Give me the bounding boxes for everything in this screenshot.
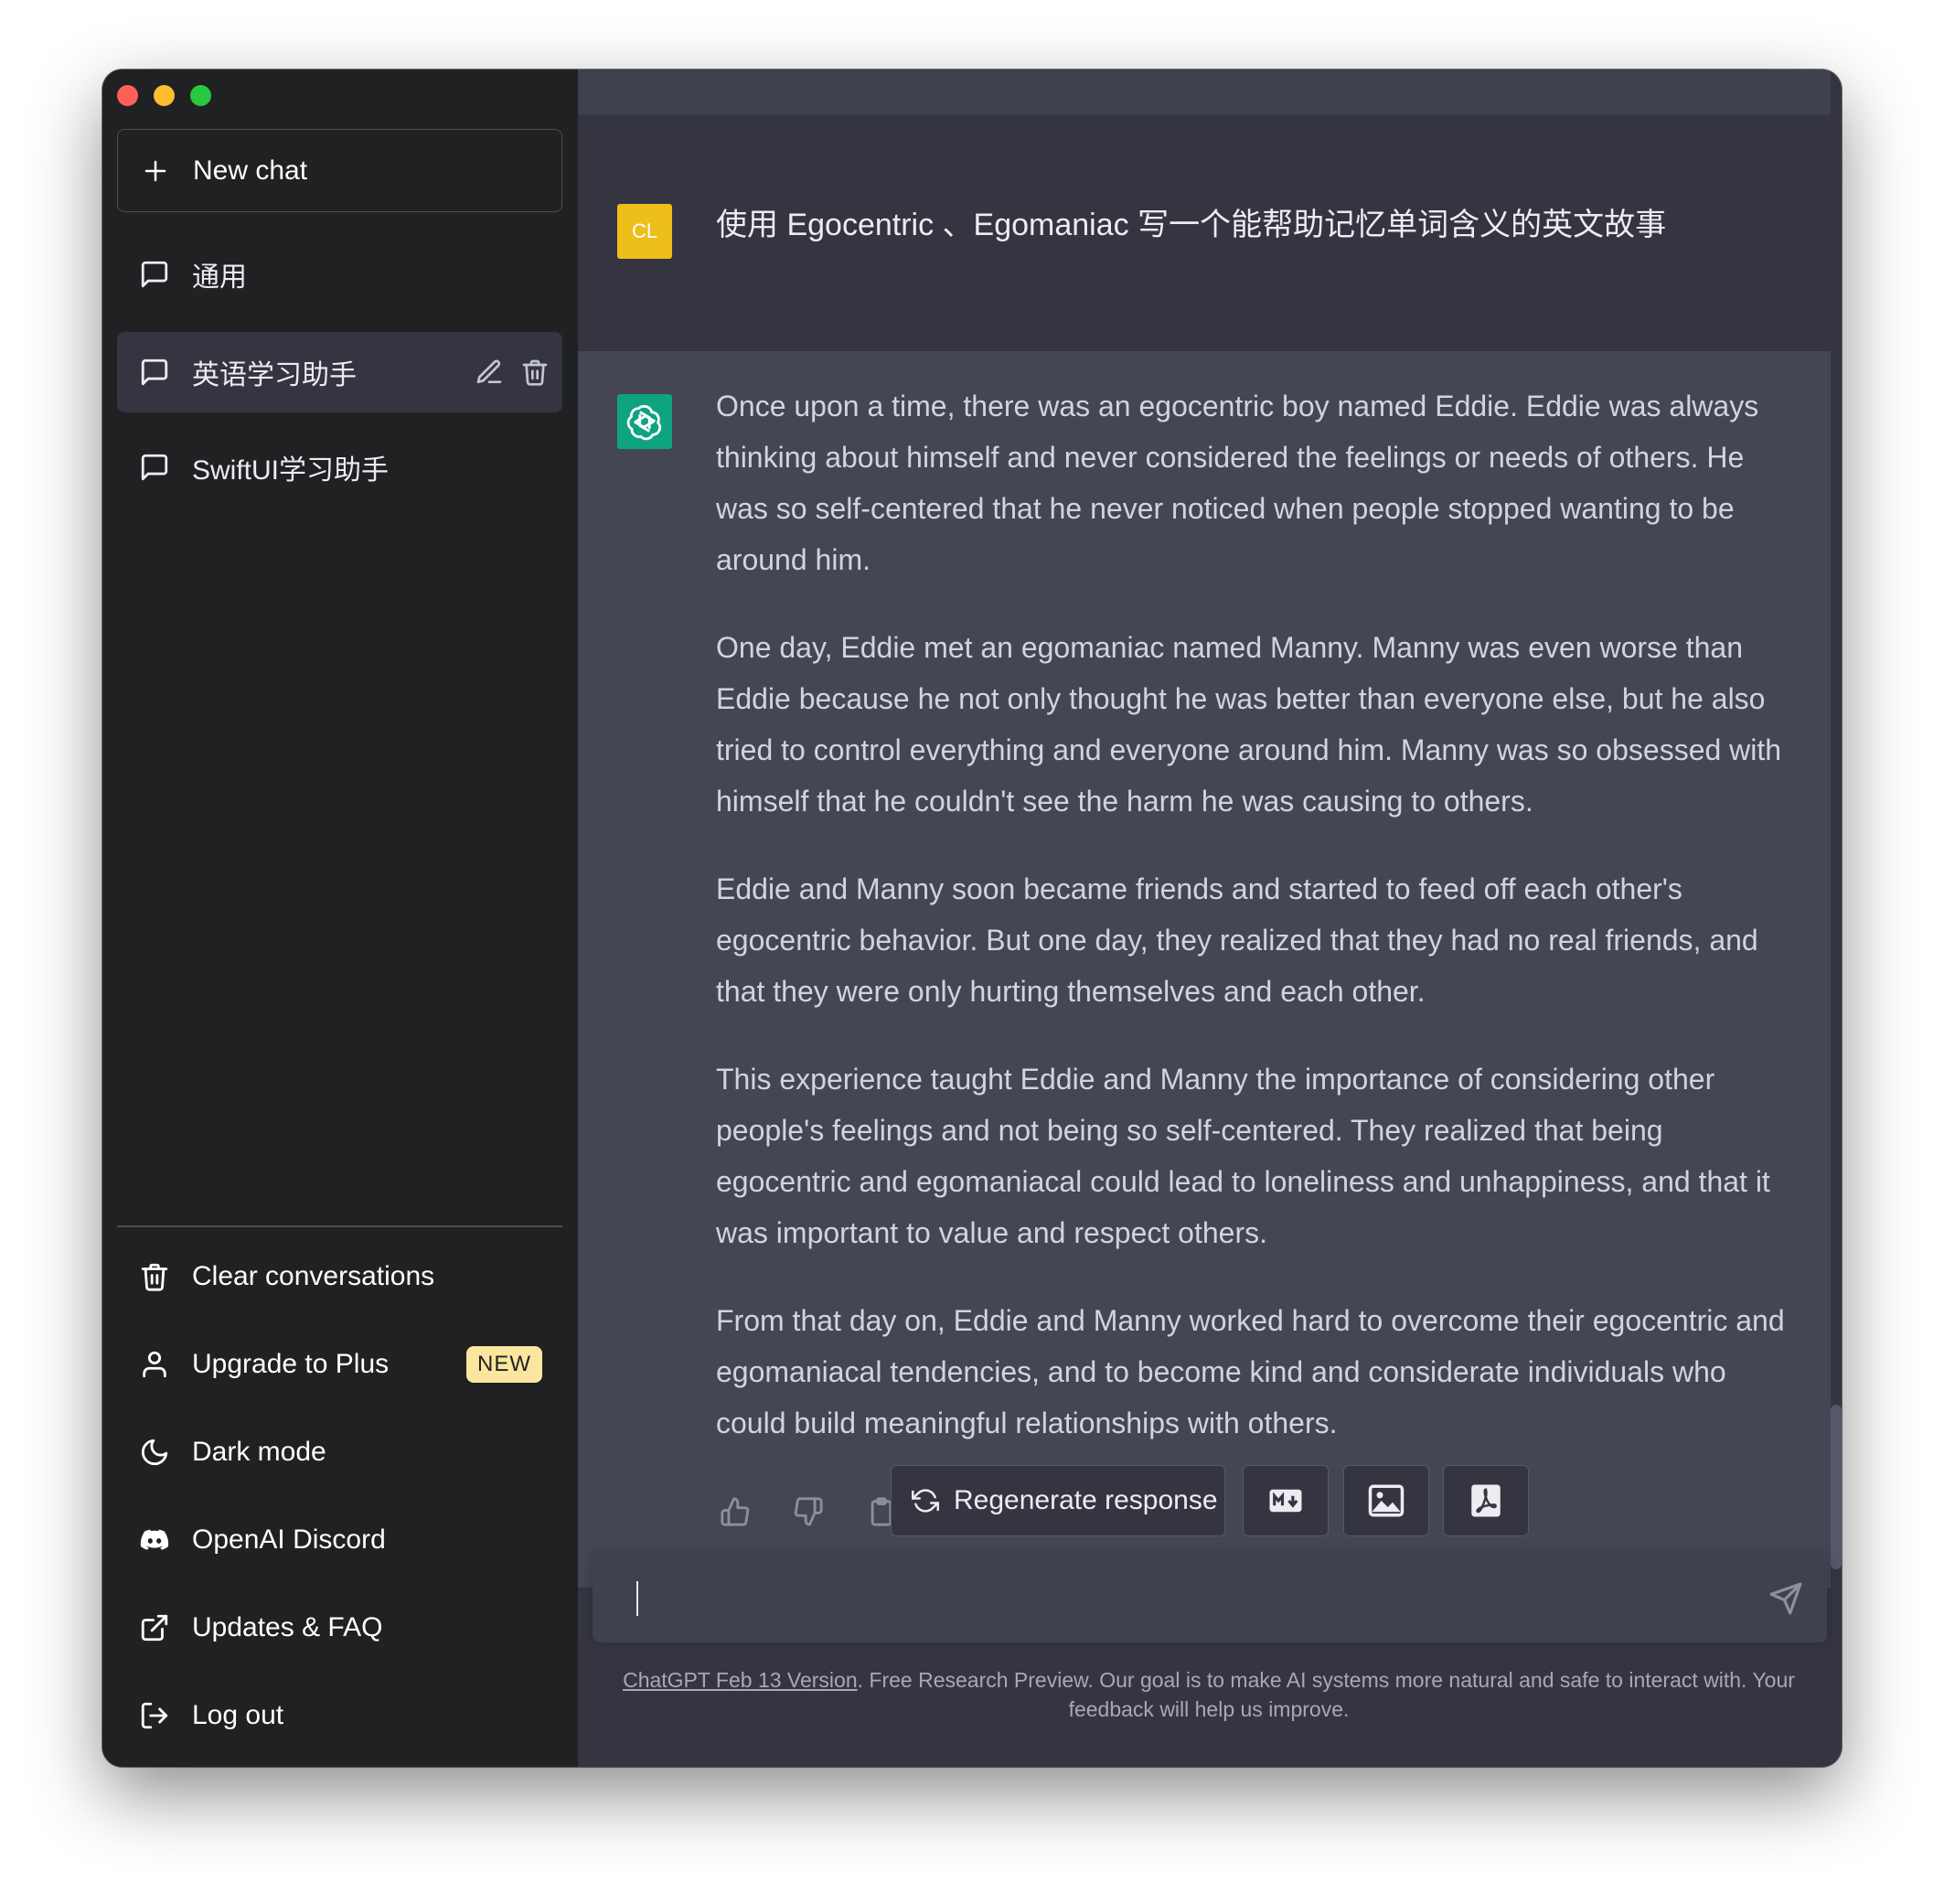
image-icon bbox=[1368, 1484, 1405, 1517]
thumbs-up-icon bbox=[721, 1497, 750, 1526]
assistant-paragraph: One day, Eddie met an egomaniac named Ma… bbox=[716, 631, 1782, 818]
assistant-paragraph: From that day on, Eddie and Manny worked… bbox=[716, 1304, 1785, 1439]
new-chat-label: New chat bbox=[193, 155, 308, 186]
new-chat-button[interactable]: New chat bbox=[117, 129, 562, 212]
user-message-row: CL 使用 Egocentric 、Egomaniac 写一个能帮助记忆单词含义… bbox=[578, 114, 1831, 352]
sidebar: New chat 通用 英语学习助手 SwiftUI学习助手 Clear con… bbox=[102, 70, 578, 1767]
log-out-button[interactable]: Log out bbox=[117, 1679, 562, 1752]
menu-label: Updates & FAQ bbox=[192, 1612, 383, 1642]
assistant-paragraph: Eddie and Manny soon became friends and … bbox=[716, 872, 1758, 1008]
user-message-text: 使用 Egocentric 、Egomaniac 写一个能帮助记忆单词含义的英文… bbox=[716, 208, 1667, 242]
logout-icon bbox=[141, 1702, 168, 1729]
message-input[interactable] bbox=[638, 1554, 1767, 1644]
chat-main: CL 使用 Egocentric 、Egomaniac 写一个能帮助记忆单词含义… bbox=[578, 70, 1842, 1767]
edit-pencil-icon[interactable] bbox=[475, 358, 504, 387]
trash-icon bbox=[141, 1263, 168, 1291]
version-link[interactable]: ChatGPT Feb 13 Version bbox=[623, 1668, 858, 1692]
window-controls bbox=[117, 85, 211, 106]
discord-icon bbox=[140, 1529, 169, 1550]
conversation-item-general[interactable]: 通用 bbox=[117, 234, 562, 315]
thumbs-down-icon bbox=[794, 1497, 823, 1526]
conversation-label: 英语学习助手 bbox=[192, 360, 357, 390]
footer-disclaimer: ChatGPT Feb 13 Version. Free Research Pr… bbox=[614, 1665, 1803, 1724]
menu-label: Clear conversations bbox=[192, 1261, 435, 1291]
conversation-item-english-assistant[interactable]: 英语学习助手 bbox=[117, 332, 562, 412]
assistant-paragraph: Once upon a time, there was an egocentri… bbox=[716, 390, 1759, 576]
menu-label: Log out bbox=[192, 1700, 284, 1730]
markdown-icon bbox=[1269, 1489, 1302, 1513]
menu-label: Upgrade to Plus bbox=[192, 1349, 390, 1379]
top-bar bbox=[578, 70, 1831, 114]
clear-conversations-button[interactable]: Clear conversations bbox=[117, 1240, 562, 1313]
chat-bubble-icon bbox=[141, 358, 168, 386]
trash-icon[interactable] bbox=[520, 358, 550, 387]
scrollbar[interactable] bbox=[1831, 1405, 1842, 1569]
assistant-message-row: Once upon a time, there was an egocentri… bbox=[578, 351, 1831, 1588]
external-link-icon bbox=[141, 1614, 168, 1642]
thumbs-up-button[interactable] bbox=[720, 1496, 751, 1527]
footer-text: . Free Research Preview. Our goal is to … bbox=[857, 1668, 1795, 1721]
zoom-window-button[interactable] bbox=[190, 85, 211, 106]
new-badge: NEW bbox=[466, 1346, 542, 1383]
upgrade-to-plus-button[interactable]: Upgrade to Plus NEW bbox=[117, 1328, 562, 1401]
export-markdown-button[interactable] bbox=[1243, 1465, 1329, 1536]
thumbs-down-button[interactable] bbox=[793, 1496, 824, 1527]
sidebar-divider bbox=[117, 1225, 562, 1227]
assistant-paragraph: This experience taught Eddie and Manny t… bbox=[716, 1063, 1770, 1249]
export-pdf-button[interactable] bbox=[1443, 1465, 1529, 1536]
chatgpt-logo-icon bbox=[617, 394, 672, 449]
regenerate-response-button[interactable]: Regenerate response bbox=[891, 1465, 1225, 1536]
regenerate-label: Regenerate response bbox=[954, 1485, 1218, 1515]
plus-icon bbox=[144, 160, 166, 181]
conversation-label: SwiftUI学习助手 bbox=[192, 455, 390, 486]
openai-discord-link[interactable]: OpenAI Discord bbox=[117, 1503, 562, 1577]
moon-icon bbox=[141, 1439, 168, 1466]
user-avatar: CL bbox=[617, 204, 672, 259]
close-window-button[interactable] bbox=[117, 85, 138, 106]
refresh-icon bbox=[912, 1489, 939, 1513]
conversation-label: 通用 bbox=[192, 262, 247, 293]
app-window: New chat 通用 英语学习助手 SwiftUI学习助手 Clear con… bbox=[102, 70, 1842, 1767]
minimize-window-button[interactable] bbox=[154, 85, 175, 106]
conversation-item-swiftui-assistant[interactable]: SwiftUI学习助手 bbox=[117, 427, 562, 508]
send-icon[interactable] bbox=[1768, 1581, 1803, 1616]
export-image-button[interactable] bbox=[1343, 1465, 1429, 1536]
assistant-message-text: Once upon a time, there was an egocentri… bbox=[716, 380, 1786, 1485]
menu-label: OpenAI Discord bbox=[192, 1524, 386, 1555]
updates-faq-link[interactable]: Updates & FAQ bbox=[117, 1591, 562, 1664]
menu-label: Dark mode bbox=[192, 1437, 326, 1467]
pdf-icon bbox=[1471, 1484, 1501, 1517]
dark-mode-toggle[interactable]: Dark mode bbox=[117, 1416, 562, 1489]
user-icon bbox=[143, 1351, 166, 1378]
chat-bubble-icon bbox=[141, 261, 168, 288]
chat-bubble-icon bbox=[141, 454, 168, 481]
message-input-box[interactable] bbox=[593, 1554, 1827, 1644]
